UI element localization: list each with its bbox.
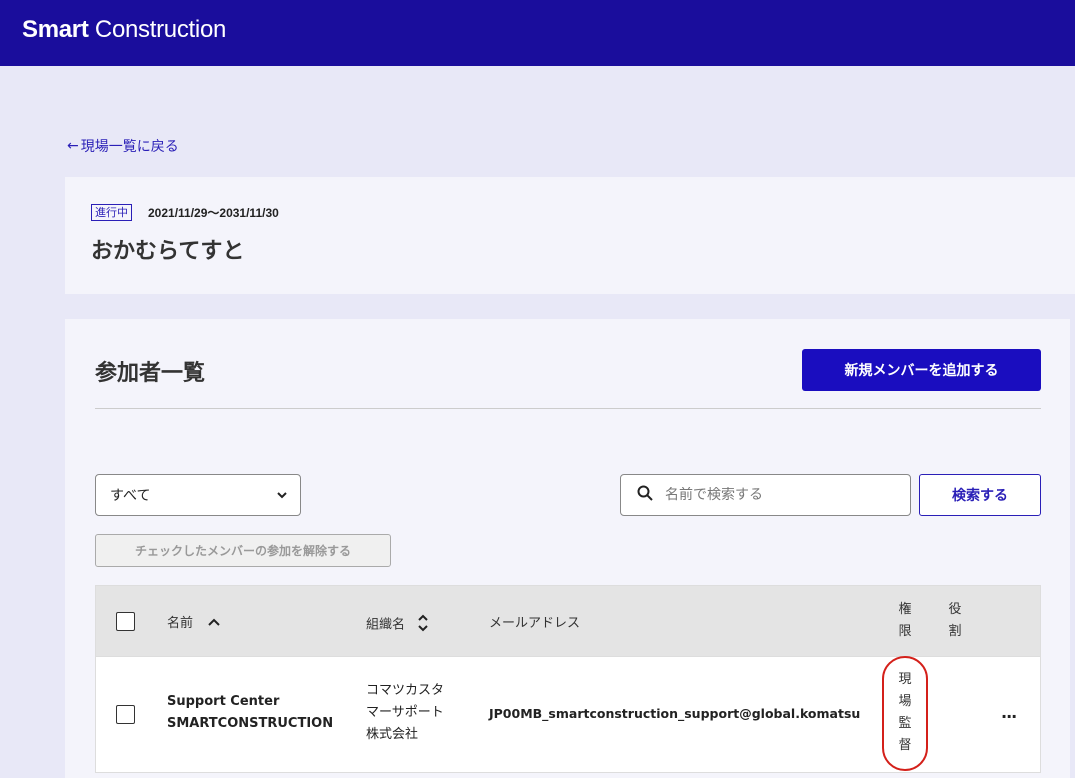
filter-selected-value: すべて [110, 488, 151, 504]
remove-checked-members-button[interactable]: チェックしたメンバーの参加を解除する [95, 534, 391, 567]
column-label-org: 組織名 [366, 617, 406, 633]
member-name-line: SMARTCONSTRUCTION [167, 716, 334, 731]
org-line: コマツカスタ [366, 683, 445, 698]
sort-both-icon[interactable] [417, 612, 429, 638]
member-org: コマツカスタ マーサポート 株式会社 [366, 680, 444, 746]
table-row[interactable]: Support Center SMARTCONSTRUCTION コマツカスタ … [96, 656, 1040, 772]
member-name-line: Support Center [167, 694, 280, 709]
project-summary-card: 進行中 2021/11/29～2031/11/30 おかむらてすと [65, 177, 1075, 294]
top-bar: Smart Construction [0, 0, 1075, 66]
org-line: 株式会社 [366, 727, 419, 742]
select-all-checkbox[interactable] [116, 612, 135, 631]
section-title: 参加者一覧 [95, 361, 206, 386]
row-checkbox[interactable] [116, 705, 135, 724]
column-header-email: メールアドレス [489, 616, 581, 631]
header-char: 権 [898, 602, 912, 617]
status-badge: 進行中 [91, 204, 132, 221]
members-table: 名前 組織名 メールアドレス 権 限 役 割 Support Center SM… [95, 585, 1041, 773]
brand-light: Construction [94, 16, 227, 43]
column-header-name[interactable]: 名前 [167, 612, 221, 631]
search-input[interactable] [665, 487, 885, 503]
arrow-left-icon: ← [67, 138, 79, 154]
column-header-role: 役 割 [947, 599, 963, 643]
header-char: 割 [948, 624, 962, 639]
member-name: Support Center SMARTCONSTRUCTION [167, 691, 333, 735]
back-to-site-list-link[interactable]: ← 現場一覧に戻る [67, 136, 179, 156]
member-email: JP00MB_smartconstruction_support@global.… [489, 706, 861, 721]
filter-select[interactable]: すべて [95, 474, 301, 516]
table-header: 名前 組織名 メールアドレス 権 限 役 割 [96, 586, 1040, 656]
members-panel: 参加者一覧 新規メンバーを追加する すべて 検索する チェックしたメンバーの参加… [65, 319, 1070, 778]
project-title: おかむらてすと [91, 239, 245, 264]
column-label-name: 名前 [167, 616, 194, 631]
chevron-down-icon [276, 489, 288, 501]
highlight-oval [882, 656, 928, 771]
brand-logo[interactable]: Smart Construction [22, 16, 226, 44]
search-icon [637, 485, 653, 505]
add-member-button[interactable]: 新規メンバーを追加する [802, 349, 1041, 391]
header-char: 役 [948, 602, 962, 617]
search-field[interactable] [620, 474, 911, 516]
sort-ascending-icon[interactable] [207, 616, 221, 631]
project-period: 2021/11/29～2031/11/30 [148, 206, 279, 220]
column-header-permission: 権 限 [897, 599, 913, 643]
divider [95, 408, 1041, 409]
brand-bold: Smart [22, 16, 89, 43]
search-button[interactable]: 検索する [919, 474, 1041, 516]
header-char: 限 [898, 624, 912, 639]
org-line: マーサポート [366, 705, 444, 720]
column-header-org[interactable]: 組織名 [366, 612, 429, 638]
back-link-label: 現場一覧に戻る [80, 139, 179, 155]
more-options-icon[interactable]: ··· [1001, 707, 1017, 726]
